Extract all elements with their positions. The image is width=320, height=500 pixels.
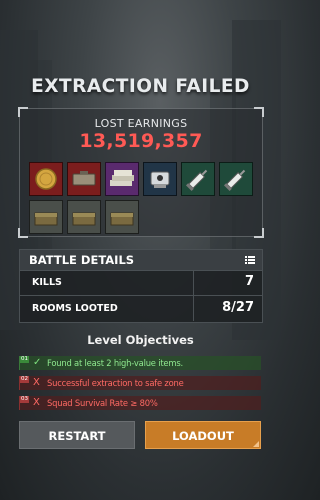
battle-row-kills: KILLS 7 xyxy=(20,270,262,296)
objectives-title: Level Objectives xyxy=(87,333,194,347)
objective-text: Found at least 2 high-value items. xyxy=(47,358,183,368)
ammo-box-icon xyxy=(110,212,134,226)
loadout-button[interactable]: LOADOUT xyxy=(145,421,261,449)
ammo-box-item-slot[interactable] xyxy=(67,200,101,234)
corner-bracket xyxy=(254,228,264,238)
gun-case-icon xyxy=(72,171,96,186)
objective-number: 02 xyxy=(20,376,29,383)
syringe-icon xyxy=(185,169,208,192)
restart-button[interactable]: RESTART xyxy=(19,421,135,449)
list-icon[interactable] xyxy=(245,255,255,265)
ammo-box-icon xyxy=(34,212,58,226)
corner-bracket xyxy=(18,107,28,117)
kills-label: KILLS xyxy=(32,277,62,288)
page-title: EXTRACTION FAILED xyxy=(31,76,250,97)
rooms-looted-label: ROOMS LOOTED xyxy=(32,303,118,314)
lost-earnings-value: 13,519,357 xyxy=(79,130,203,152)
objective-text: Successful extraction to safe zone xyxy=(47,378,184,388)
cross-icon: X xyxy=(33,397,40,408)
ammo-box-item-slot[interactable] xyxy=(29,200,63,234)
battle-details-panel: BATTLE DETAILS KILLS 7 ROOMS LOOTED 8/27 xyxy=(19,249,263,323)
gold-coin-icon xyxy=(35,168,57,190)
divider xyxy=(193,270,194,295)
objective-item: 01 ✓ Found at least 2 high-value items. xyxy=(19,356,261,370)
objective-text: Squad Survival Rate ≥ 80% xyxy=(47,398,158,408)
corner-bracket xyxy=(254,107,264,117)
syringe-item-slot[interactable] xyxy=(219,162,253,196)
ammo-box-icon xyxy=(72,212,96,226)
lost-earnings-panel: LOST EARNINGS 13,519,357 xyxy=(18,107,264,238)
divider xyxy=(193,296,194,321)
lost-earnings-label: LOST EARNINGS xyxy=(94,117,188,130)
corner-bracket xyxy=(18,228,28,238)
objective-item: 03 X Squad Survival Rate ≥ 80% xyxy=(19,396,261,410)
gun-case-item-slot[interactable] xyxy=(67,162,101,196)
corner-triangle xyxy=(253,441,259,447)
tech-device-icon xyxy=(150,171,170,188)
loadout-button-label: LOADOUT xyxy=(172,429,234,443)
syringe-item-slot[interactable] xyxy=(181,162,215,196)
kills-value: 7 xyxy=(244,274,254,289)
battle-details-header: BATTLE DETAILS xyxy=(20,250,262,271)
gold-coin-item-slot[interactable] xyxy=(29,162,63,196)
battle-row-rooms-looted: ROOMS LOOTED 8/27 xyxy=(20,296,262,321)
tech-device-item-slot[interactable] xyxy=(143,162,177,196)
objective-number: 03 xyxy=(20,396,29,403)
cash-stack-icon xyxy=(110,170,134,186)
battle-details-title: BATTLE DETAILS xyxy=(29,253,135,267)
objective-item: 02 X Successful extraction to safe zone xyxy=(19,376,261,390)
rooms-looted-value: 8/27 xyxy=(222,300,254,315)
syringe-icon xyxy=(223,169,246,192)
ammo-box-item-slot[interactable] xyxy=(105,200,139,234)
cross-icon: X xyxy=(33,377,40,388)
cash-stack-item-slot[interactable] xyxy=(105,162,139,196)
objective-number: 01 xyxy=(20,356,29,363)
check-icon: ✓ xyxy=(33,357,42,368)
